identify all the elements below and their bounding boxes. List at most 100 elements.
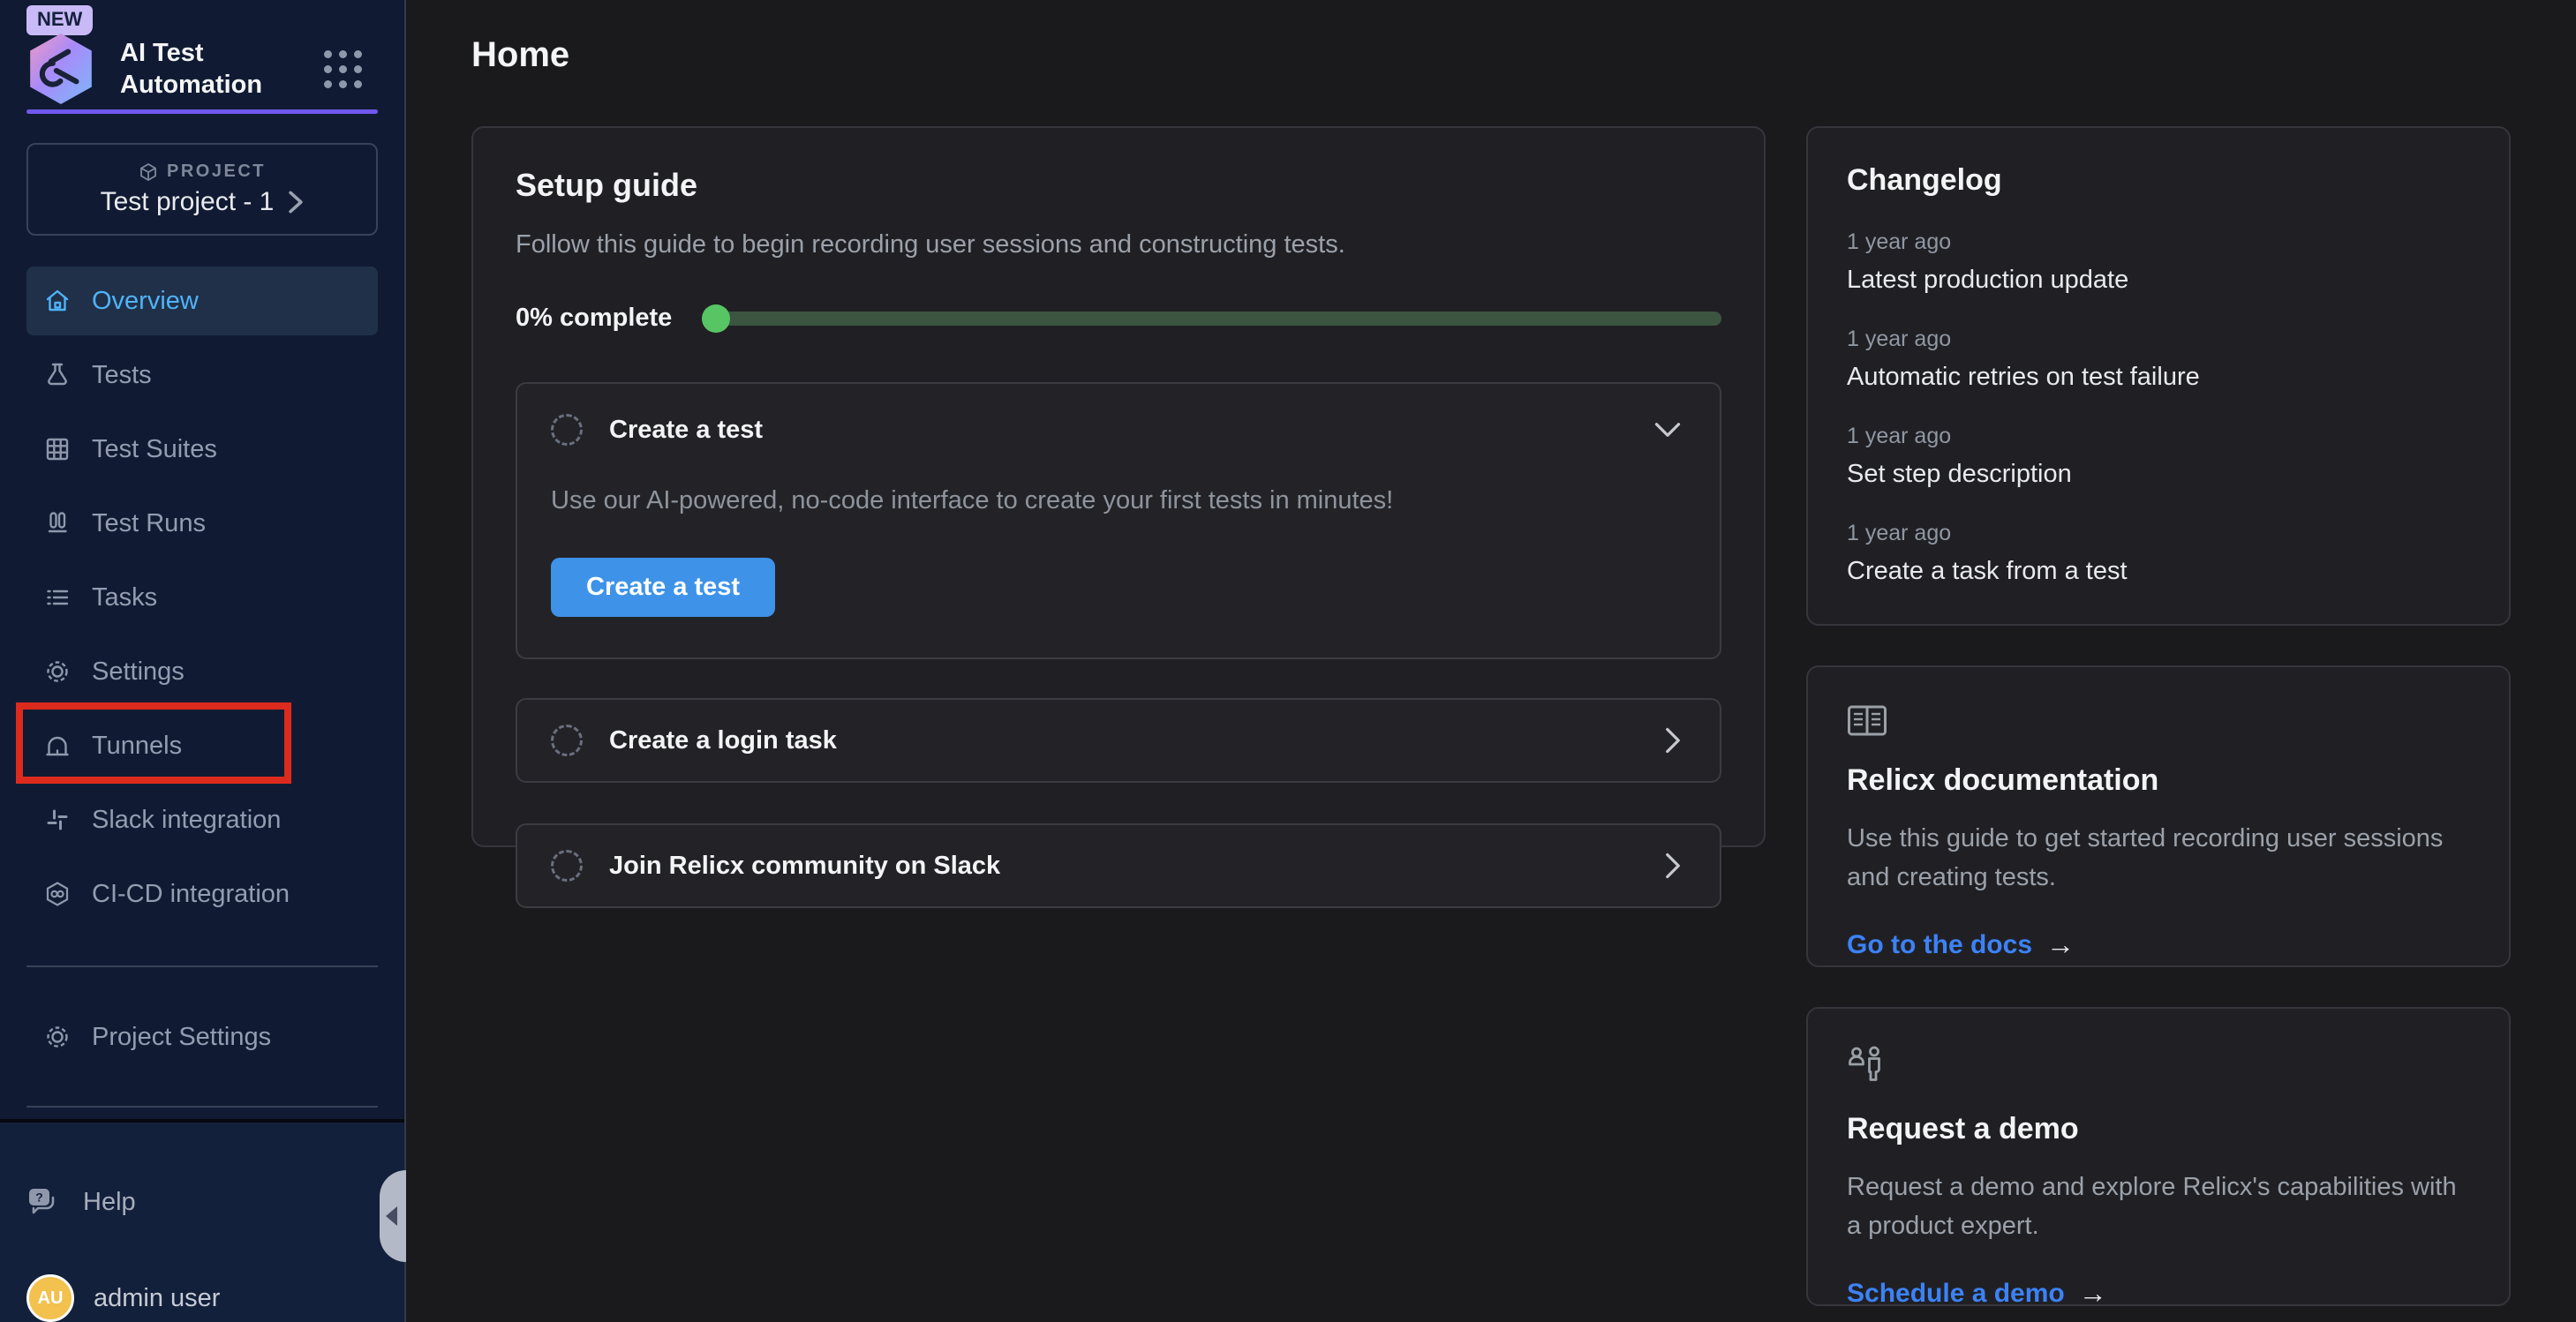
- sidebar-item-label: CI-CD integration: [92, 880, 290, 909]
- project-selector[interactable]: PROJECT Test project - 1: [26, 143, 378, 236]
- app-logo-icon: [26, 32, 95, 106]
- svg-text:?: ?: [35, 1191, 43, 1205]
- app-switcher-icon[interactable]: [324, 50, 362, 88]
- help-chat-icon: ?: [26, 1186, 60, 1218]
- app-header: AI Test Automation: [26, 32, 380, 106]
- sidebar-item-label: Overview: [92, 287, 199, 316]
- new-badge: NEW: [26, 5, 93, 35]
- changelog-text: Create a task from a test: [1847, 557, 2470, 586]
- documentation-card: Relicx documentation Use this guide to g…: [1806, 665, 2511, 967]
- create-a-test-button[interactable]: Create a test: [551, 558, 775, 617]
- link-label: Go to the docs: [1847, 930, 2032, 960]
- help-label: Help: [83, 1188, 136, 1217]
- sidebar: NEW AI Test Automation: [0, 0, 406, 1322]
- changelog-entry: 1 year ago Latest production update: [1847, 229, 2470, 295]
- documentation-title: Relicx documentation: [1847, 763, 2470, 798]
- demo-title: Request a demo: [1847, 1112, 2470, 1146]
- sidebar-divider: [26, 965, 378, 967]
- setup-progress: 0% complete: [516, 304, 1721, 333]
- project-label: PROJECT: [167, 161, 266, 182]
- changelog-time: 1 year ago: [1847, 424, 2470, 449]
- request-demo-card: Request a demo Request a demo and explor…: [1806, 1007, 2511, 1306]
- sidebar-item-label: Settings: [92, 657, 185, 687]
- setup-guide-title: Setup guide: [516, 167, 1721, 204]
- user-name: admin user: [94, 1284, 220, 1313]
- sidebar-item-label: Test Suites: [92, 435, 217, 464]
- sidebar-item-slack-integration[interactable]: Slack integration: [26, 785, 378, 854]
- schedule-demo-link[interactable]: Schedule a demo →: [1847, 1277, 2470, 1310]
- sidebar-item-test-suites[interactable]: Test Suites: [26, 415, 378, 484]
- flask-icon: [44, 362, 71, 388]
- sidebar-footer: ? Help AU admin user: [0, 1119, 404, 1322]
- chevron-right-icon: [288, 191, 304, 214]
- sidebar-item-label: Project Settings: [92, 1023, 271, 1052]
- demo-description: Request a demo and explore Relicx's capa…: [1847, 1168, 2470, 1245]
- setup-step-create-a-test: Create a test Use our AI-powered, no-cod…: [516, 382, 1721, 659]
- step-status-icon: [551, 850, 583, 882]
- sidebar-item-settings[interactable]: Settings: [26, 637, 378, 706]
- changelog-text: Automatic retries on test failure: [1847, 363, 2470, 392]
- docs-book-icon: [1847, 704, 1887, 738]
- sidebar-item-tasks[interactable]: Tasks: [26, 563, 378, 632]
- slack-icon: [44, 807, 71, 833]
- accent-divider: [26, 109, 378, 114]
- tunnel-icon: [44, 732, 71, 759]
- changelog-text: Latest production update: [1847, 266, 2470, 295]
- page-title: Home: [471, 35, 569, 75]
- step-header[interactable]: Create a test: [551, 414, 1686, 446]
- test-runs-icon: [44, 510, 71, 537]
- list-icon: [44, 584, 71, 611]
- sidebar-item-tests[interactable]: Tests: [26, 341, 378, 409]
- step-description: Use our AI-powered, no-code interface to…: [551, 486, 1686, 515]
- sidebar-divider: [26, 1106, 378, 1108]
- sidebar-item-test-runs[interactable]: Test Runs: [26, 489, 378, 558]
- changelog-time: 1 year ago: [1847, 327, 2470, 352]
- progress-bar: [704, 312, 1721, 326]
- changelog-card: Changelog 1 year ago Latest production u…: [1806, 126, 2511, 626]
- sidebar-collapse-handle[interactable]: [380, 1170, 406, 1262]
- sidebar-item-label: Tests: [92, 361, 152, 390]
- avatar: AU: [26, 1274, 74, 1322]
- project-name: Test project - 1: [101, 187, 275, 217]
- setup-step-join-slack-community[interactable]: Join Relicx community on Slack: [516, 823, 1721, 908]
- sidebar-nav: Overview Tests Test Suites Test Runs: [26, 267, 378, 934]
- changelog-time: 1 year ago: [1847, 229, 2470, 255]
- people-icon: [1847, 1046, 1891, 1086]
- progress-knob: [702, 304, 730, 333]
- sidebar-item-cicd-integration[interactable]: CI-CD integration: [26, 860, 378, 928]
- chevron-right-icon: [1665, 853, 1681, 879]
- changelog-time: 1 year ago: [1847, 521, 2470, 546]
- link-label: Schedule a demo: [1847, 1279, 2065, 1309]
- step-title: Join Relicx community on Slack: [609, 852, 1000, 881]
- chevron-down-icon: [1654, 422, 1681, 438]
- setup-guide-card: Setup guide Follow this guide to begin r…: [471, 126, 1766, 847]
- changelog-entry: 1 year ago Set step description: [1847, 424, 2470, 489]
- sidebar-item-label: Tunnels: [92, 732, 182, 761]
- step-title: Create a login task: [609, 726, 837, 755]
- changelog-entry: 1 year ago Automatic retries on test fai…: [1847, 327, 2470, 392]
- sidebar-item-overview[interactable]: Overview: [26, 267, 378, 335]
- sidebar-item-label: Slack integration: [92, 806, 281, 835]
- gear-icon: [44, 658, 71, 685]
- sidebar-item-project-settings[interactable]: Project Settings: [26, 1003, 378, 1071]
- grid-icon: [44, 436, 71, 462]
- progress-label: 0% complete: [516, 304, 672, 333]
- documentation-description: Use this guide to get started recording …: [1847, 819, 2470, 897]
- main-content: Home Setup guide Follow this guide to be…: [406, 0, 2576, 1322]
- chevron-right-icon: [1665, 727, 1681, 754]
- setup-step-create-login-task[interactable]: Create a login task: [516, 698, 1721, 783]
- gear-icon: [44, 1024, 71, 1050]
- go-to-docs-link[interactable]: Go to the docs →: [1847, 928, 2470, 961]
- step-status-icon: [551, 414, 583, 446]
- changelog-text: Set step description: [1847, 460, 2470, 489]
- step-status-icon: [551, 725, 583, 756]
- changelog-title: Changelog: [1847, 163, 2470, 198]
- arrow-right-icon: →: [2046, 928, 2075, 961]
- step-title: Create a test: [609, 416, 763, 445]
- cube-icon: [139, 162, 158, 182]
- sidebar-item-label: Tasks: [92, 583, 157, 612]
- cicd-icon: [44, 881, 71, 907]
- user-menu[interactable]: AU admin user: [26, 1274, 220, 1322]
- sidebar-item-tunnels[interactable]: Tunnels: [26, 711, 378, 780]
- help-button[interactable]: ? Help: [26, 1167, 344, 1237]
